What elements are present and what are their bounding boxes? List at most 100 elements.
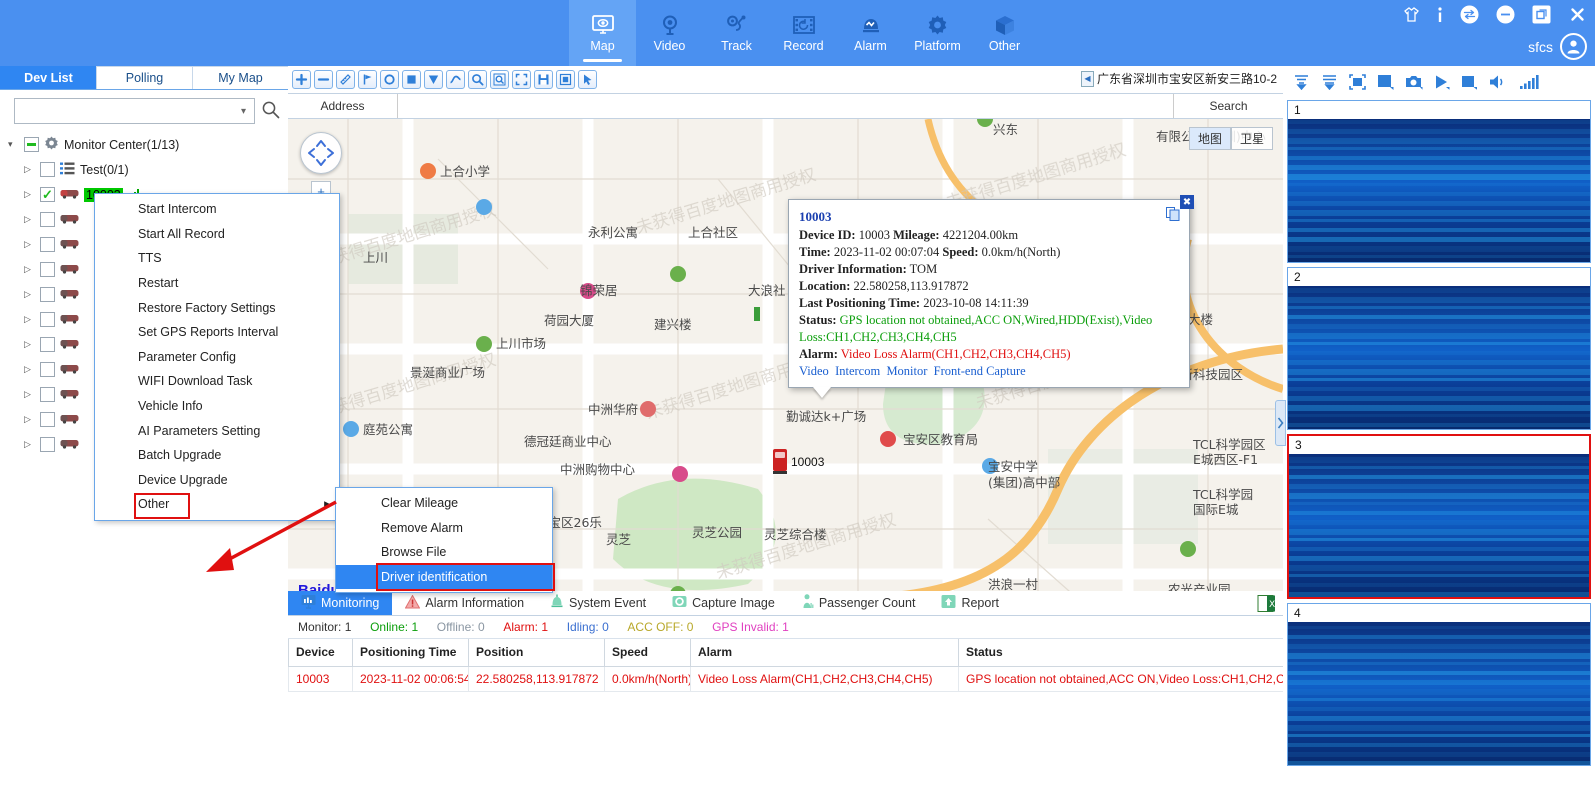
expand-all-icon[interactable] <box>1321 74 1338 90</box>
popup-video-link[interactable]: Video <box>799 364 829 378</box>
bottom-tab-passenger-count[interactable]: Passenger Count <box>788 591 929 615</box>
video-cell[interactable]: 1 <box>1287 100 1591 263</box>
video-cell[interactable]: 2 <box>1287 267 1591 430</box>
context-menu-item[interactable]: Device Upgrade <box>95 468 339 493</box>
nav-item-video[interactable]: Video <box>636 0 703 66</box>
tree-node[interactable]: ▷ Test(0/1) <box>4 157 288 182</box>
fullscreen-icon[interactable] <box>512 70 531 89</box>
video-cell[interactable]: 4 <box>1287 603 1591 766</box>
context-menu-item[interactable]: Set GPS Reports Interval <box>95 320 339 345</box>
panel-splitter-handle[interactable] <box>1275 400 1286 446</box>
sidebar-tab-dev-list[interactable]: Dev List <box>0 66 97 89</box>
video-stream-view[interactable] <box>1288 119 1590 262</box>
excel-export-icon[interactable]: X <box>1256 593 1277 614</box>
user-area[interactable]: sfcs <box>1528 33 1587 60</box>
zoom-out-icon[interactable] <box>314 70 333 89</box>
tree-checkbox[interactable] <box>40 362 55 377</box>
curve-icon[interactable] <box>446 70 465 89</box>
zoom-area-icon[interactable] <box>490 70 509 89</box>
copy-icon[interactable] <box>1166 207 1180 226</box>
address-input[interactable] <box>398 94 1173 118</box>
context-menu-item[interactable]: Parameter Config <box>95 345 339 370</box>
video-stream-view[interactable] <box>1288 622 1590 765</box>
context-menu-item[interactable]: Restore Factory Settings <box>95 295 339 320</box>
signal-icon[interactable] <box>1520 74 1540 90</box>
context-menu-item[interactable]: Start All Record <box>95 222 339 247</box>
context-menu-item[interactable]: Restart <box>95 271 339 296</box>
context-menu-item[interactable]: TTS <box>95 246 339 271</box>
stop-icon[interactable] <box>1461 74 1478 90</box>
avatar[interactable] <box>1560 33 1587 60</box>
bottom-tab-capture-image[interactable]: Capture Image <box>659 591 788 615</box>
expand-toggle-icon[interactable]: ▷ <box>24 339 35 350</box>
nav-item-platform[interactable]: Platform <box>904 0 971 66</box>
bottom-tab-report[interactable]: Report <box>928 591 1012 615</box>
search-icon[interactable] <box>468 70 487 89</box>
play-icon[interactable] <box>1434 74 1450 90</box>
layout-icon[interactable] <box>1377 74 1394 90</box>
window-icon[interactable] <box>556 70 575 89</box>
device-search-input[interactable]: ▾ <box>14 98 255 124</box>
tree-checkbox[interactable] <box>40 437 55 452</box>
context-submenu-item[interactable]: Browse File <box>336 540 552 565</box>
context-submenu-item[interactable]: Remove Alarm <box>336 516 552 541</box>
ruler-icon[interactable] <box>336 70 355 89</box>
expand-toggle-icon[interactable]: ▷ <box>24 289 35 300</box>
tree-checkbox[interactable] <box>40 212 55 227</box>
vehicle-marker[interactable]: 10003 <box>769 449 824 482</box>
bottom-tab-monitoring[interactable]: Monitoring <box>288 591 393 615</box>
context-menu-item[interactable]: AI Parameters Setting <box>95 418 339 443</box>
tree-checkbox[interactable] <box>40 162 55 177</box>
rectangle-icon[interactable] <box>402 70 421 89</box>
address-search-button[interactable]: Search <box>1173 94 1283 118</box>
video-stream-view[interactable] <box>1289 454 1589 597</box>
collapse-left-icon[interactable]: ◀ <box>1080 70 1094 87</box>
popup-intercom-link[interactable]: Intercom <box>835 364 880 378</box>
search-icon[interactable] <box>261 100 280 122</box>
flag-icon[interactable] <box>358 70 377 89</box>
context-menu-item[interactable]: Vehicle Info <box>95 394 339 419</box>
expand-toggle-icon[interactable]: ▷ <box>24 389 35 400</box>
context-menu-item[interactable]: Batch Upgrade <box>95 443 339 468</box>
tree-checkbox[interactable]: ✓ <box>40 187 55 202</box>
tree-checkbox[interactable] <box>40 412 55 427</box>
expand-toggle-icon[interactable]: ▷ <box>24 364 35 375</box>
nav-item-record[interactable]: Record <box>770 0 837 66</box>
tree-checkbox[interactable] <box>40 312 55 327</box>
circle-icon[interactable] <box>380 70 399 89</box>
sidebar-tab-polling[interactable]: Polling <box>96 66 193 89</box>
expand-toggle-icon[interactable]: ▷ <box>24 264 35 275</box>
expand-toggle-icon[interactable]: ▷ <box>24 439 35 450</box>
skin-icon[interactable] <box>1403 7 1420 22</box>
tree-checkbox[interactable] <box>40 337 55 352</box>
context-menu-item[interactable]: WIFI Download Task <box>95 369 339 394</box>
zoom-in-icon[interactable] <box>292 70 311 89</box>
save-icon[interactable] <box>534 70 553 89</box>
expand-toggle-icon[interactable]: ▷ <box>24 239 35 250</box>
map-type-satellite[interactable]: 卫星 <box>1230 127 1273 150</box>
video-stream-view[interactable] <box>1288 286 1590 429</box>
tree-node[interactable]: ▾ Monitor Center(1/13) <box>4 132 288 157</box>
popup-capture-link[interactable]: Front-end Capture <box>934 364 1026 378</box>
expand-toggle-icon[interactable]: ▷ <box>24 164 35 175</box>
nav-item-other[interactable]: Other <box>971 0 1038 66</box>
nav-item-track[interactable]: Track <box>703 0 770 66</box>
nav-item-alarm[interactable]: Alarm <box>837 0 904 66</box>
switch-icon[interactable] <box>1460 5 1479 24</box>
context-submenu-item[interactable]: Driver identification <box>336 562 555 591</box>
popup-close-icon[interactable]: ✖ <box>1180 195 1194 209</box>
collapse-all-icon[interactable] <box>1293 74 1310 90</box>
popup-monitor-link[interactable]: Monitor <box>886 364 927 378</box>
sidebar-tab-my-map[interactable]: My Map <box>192 66 289 89</box>
expand-toggle-icon[interactable]: ▾ <box>8 139 19 150</box>
tree-checkbox[interactable] <box>40 387 55 402</box>
tree-checkbox[interactable] <box>40 237 55 252</box>
table-row[interactable]: 10003 2023-11-02 00:06:54 22.580258,113.91… <box>288 665 1284 692</box>
expand-toggle-icon[interactable]: ▷ <box>24 314 35 325</box>
snapshot-icon[interactable] <box>1405 74 1423 90</box>
expand-toggle-icon[interactable]: ▷ <box>24 414 35 425</box>
info-icon[interactable] <box>1437 6 1443 23</box>
expand-toggle-icon[interactable]: ▷ <box>24 189 35 200</box>
expand-toggle-icon[interactable]: ▷ <box>24 214 35 225</box>
polygon-icon[interactable] <box>424 70 443 89</box>
